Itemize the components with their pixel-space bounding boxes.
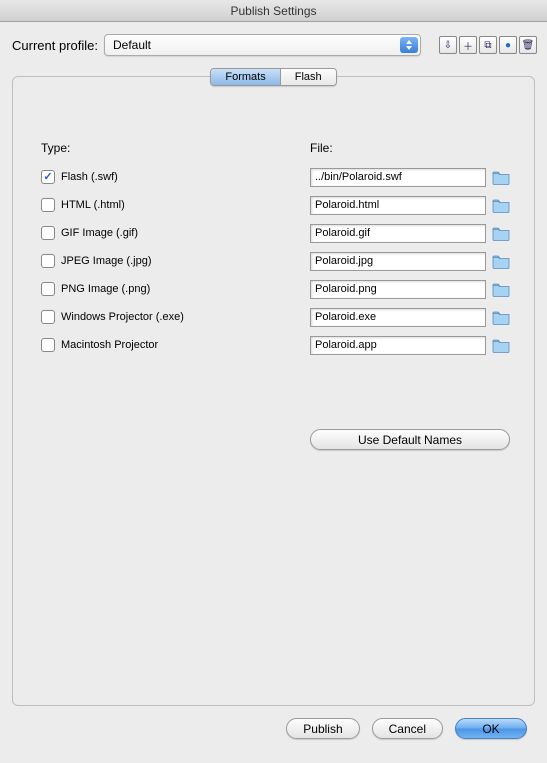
type-row: PNG Image (.png) xyxy=(41,275,286,303)
file-input[interactable] xyxy=(310,280,486,299)
tab-bar: Formats Flash xyxy=(210,68,336,86)
formats-panel: Type: Flash (.swf) HTML (.html) GIF Image … xyxy=(12,76,535,706)
type-row: Macintosh Projector xyxy=(41,331,286,359)
import-profile-button[interactable]: ⇩ xyxy=(439,36,457,54)
type-checkbox[interactable] xyxy=(41,338,55,352)
folder-icon[interactable] xyxy=(492,338,510,353)
file-row xyxy=(310,191,510,219)
folder-icon[interactable] xyxy=(492,254,510,269)
type-row: Flash (.swf) xyxy=(41,163,286,191)
file-input[interactable] xyxy=(310,336,486,355)
file-row xyxy=(310,303,510,331)
profile-label: Current profile: xyxy=(12,38,98,53)
file-row xyxy=(310,219,510,247)
folder-icon[interactable] xyxy=(492,198,510,213)
file-input[interactable] xyxy=(310,252,486,271)
cancel-button[interactable]: Cancel xyxy=(372,718,443,739)
type-checkbox[interactable] xyxy=(41,198,55,212)
type-checkbox[interactable] xyxy=(41,226,55,240)
type-checkbox[interactable] xyxy=(41,170,55,184)
type-label: HTML (.html) xyxy=(61,199,125,211)
tab-formats[interactable]: Formats xyxy=(211,69,279,85)
type-header: Type: xyxy=(41,141,286,155)
type-label: Flash (.swf) xyxy=(61,171,118,183)
window-title: Publish Settings xyxy=(0,0,547,22)
type-row: JPEG Image (.jpg) xyxy=(41,247,286,275)
file-row xyxy=(310,275,510,303)
type-row: HTML (.html) xyxy=(41,191,286,219)
folder-icon[interactable] xyxy=(492,170,510,185)
folder-icon[interactable] xyxy=(492,310,510,325)
type-row: Windows Projector (.exe) xyxy=(41,303,286,331)
type-checkbox[interactable] xyxy=(41,254,55,268)
type-checkbox[interactable] xyxy=(41,310,55,324)
type-label: Macintosh Projector xyxy=(61,339,158,351)
dropdown-arrows-icon xyxy=(400,37,418,53)
type-label: PNG Image (.png) xyxy=(61,283,150,295)
file-input[interactable] xyxy=(310,168,486,187)
ok-button[interactable]: OK xyxy=(455,718,527,739)
duplicate-profile-button[interactable]: ⧉ xyxy=(479,36,497,54)
profile-toolbar: ⇩ ＋ ⧉ ● 🗑 xyxy=(439,36,537,54)
file-header: File: xyxy=(310,141,510,155)
file-row xyxy=(310,163,510,191)
type-label: JPEG Image (.jpg) xyxy=(61,255,151,267)
type-label: Windows Projector (.exe) xyxy=(61,311,184,323)
type-label: GIF Image (.gif) xyxy=(61,227,138,239)
file-row xyxy=(310,331,510,359)
dialog-footer: Publish Cancel OK xyxy=(0,706,547,751)
tab-flash[interactable]: Flash xyxy=(280,69,336,85)
use-default-names-button[interactable]: Use Default Names xyxy=(310,429,510,450)
delete-profile-button[interactable]: 🗑 xyxy=(519,36,537,54)
type-row: GIF Image (.gif) xyxy=(41,219,286,247)
file-row xyxy=(310,247,510,275)
file-input[interactable] xyxy=(310,308,486,327)
file-input[interactable] xyxy=(310,196,486,215)
type-checkbox[interactable] xyxy=(41,282,55,296)
folder-icon[interactable] xyxy=(492,282,510,297)
profile-selected: Default xyxy=(113,38,151,52)
file-input[interactable] xyxy=(310,224,486,243)
info-profile-button[interactable]: ● xyxy=(499,36,517,54)
profile-select[interactable]: Default xyxy=(104,34,421,56)
publish-button[interactable]: Publish xyxy=(286,718,359,739)
folder-icon[interactable] xyxy=(492,226,510,241)
profile-row: Current profile: Default ⇩ ＋ ⧉ ● 🗑 xyxy=(0,22,547,64)
add-profile-button[interactable]: ＋ xyxy=(459,36,477,54)
